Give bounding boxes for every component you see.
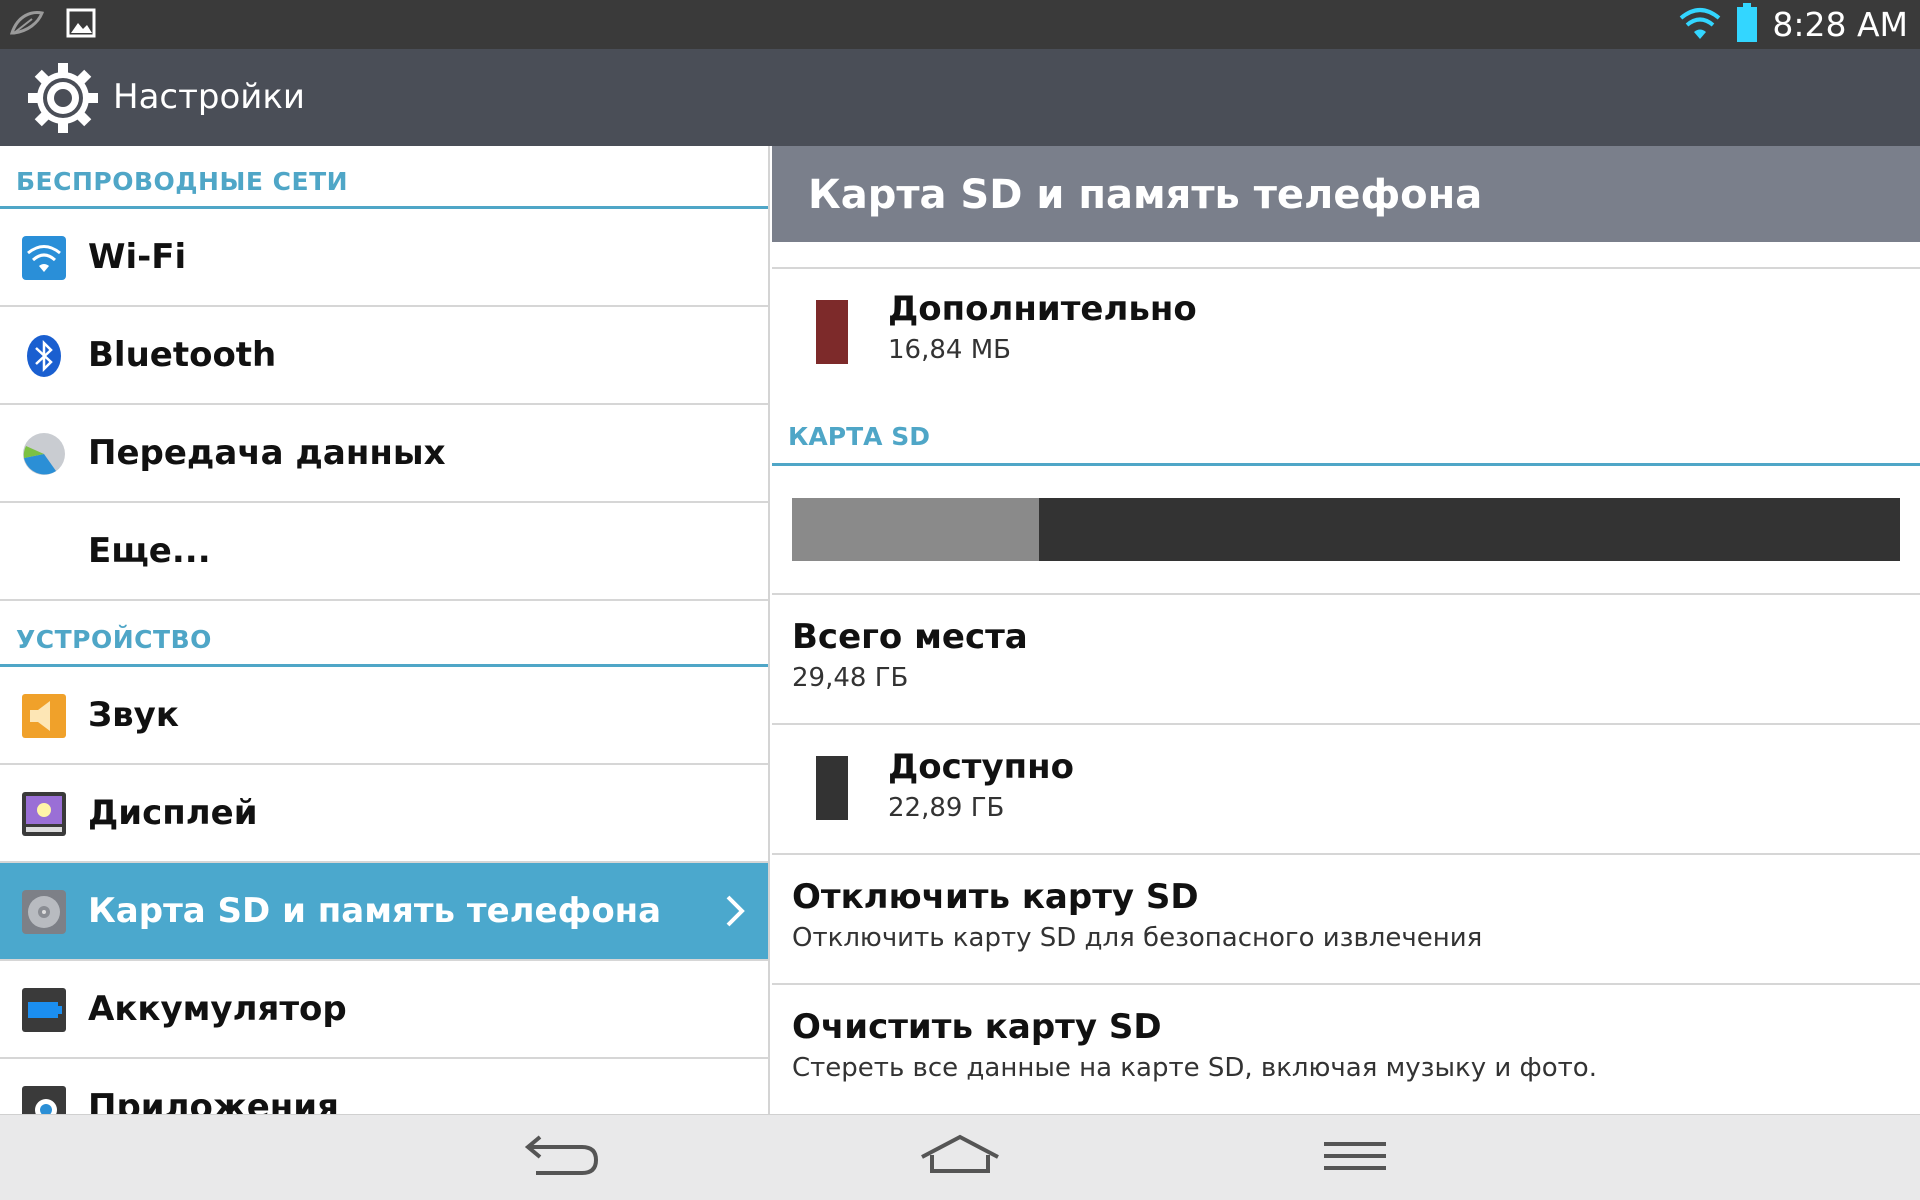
unmount-sd-button[interactable]: Отключить карту SD Отключить карту SD дл… xyxy=(772,855,1920,983)
available-label: Доступно xyxy=(888,747,1075,787)
settings-item-label: Звук xyxy=(88,695,179,735)
battery-icon xyxy=(22,988,66,1032)
battery-status-icon xyxy=(1736,2,1758,47)
storage-row-available: Доступно 22,89 ГБ xyxy=(772,725,1920,853)
chevron-right-icon xyxy=(724,893,746,929)
section-header-wireless: БЕСПРОВОДНЫЕ СЕТИ xyxy=(0,146,768,209)
sound-icon xyxy=(22,694,66,738)
sd-usage-used xyxy=(792,498,1040,561)
action-bar: Настройки xyxy=(0,49,1920,146)
settings-item-more[interactable]: Еще... xyxy=(0,503,768,601)
storage-row-misc[interactable]: Дополнительно 16,84 МБ xyxy=(772,269,1920,399)
settings-item-bluetooth[interactable]: Bluetooth xyxy=(0,307,768,405)
app-title: Настройки xyxy=(113,77,306,117)
settings-item-label: Wi-Fi xyxy=(88,237,187,277)
settings-item-label: Передача данных xyxy=(88,433,446,473)
settings-item-apps[interactable]: Приложения xyxy=(0,1059,768,1114)
settings-item-label: Еще... xyxy=(88,531,211,571)
settings-item-label: Дисплей xyxy=(88,793,258,833)
storage-detail-pane[interactable]: Карта SD и память телефона Дополнительно… xyxy=(772,146,1920,1114)
total-label: Всего места xyxy=(792,617,1028,657)
misc-color-swatch xyxy=(816,300,848,364)
unmount-label: Отключить карту SD xyxy=(792,877,1199,917)
available-value: 22,89 ГБ xyxy=(888,793,1005,823)
image-icon xyxy=(66,8,96,42)
settings-item-storage[interactable]: Карта SD и память телефона xyxy=(0,863,768,961)
settings-item-data-usage[interactable]: Передача данных xyxy=(0,405,768,503)
navigation-bar xyxy=(0,1114,1920,1200)
settings-item-wifi[interactable]: Wi-Fi xyxy=(0,209,768,307)
storage-row-total: Всего места 29,48 ГБ xyxy=(772,595,1920,723)
menu-button[interactable] xyxy=(1310,1129,1400,1187)
erase-sd-button[interactable]: Очистить карту SD Стереть все данные на … xyxy=(772,985,1920,1113)
detail-title: Карта SD и память телефона xyxy=(808,172,1483,218)
section-header-device: УСТРОЙСТВО xyxy=(0,601,768,667)
wifi-signal-icon xyxy=(1678,5,1722,45)
section-header-sd-card: КАРТА SD xyxy=(772,402,1920,466)
settings-item-label: Приложения xyxy=(88,1087,339,1114)
storage-icon xyxy=(22,890,66,934)
clock: 8:28 AM xyxy=(1772,5,1908,44)
leaf-icon xyxy=(9,9,45,41)
home-button[interactable] xyxy=(915,1129,1005,1187)
settings-gear-icon[interactable] xyxy=(26,61,100,135)
bluetooth-icon xyxy=(22,334,66,378)
erase-label: Очистить карту SD xyxy=(792,1007,1162,1047)
settings-item-label: Карта SD и память телефона xyxy=(88,891,662,931)
display-icon xyxy=(22,792,66,836)
back-icon xyxy=(522,1133,602,1183)
back-button[interactable] xyxy=(517,1129,607,1187)
wifi-icon xyxy=(22,236,66,280)
erase-description: Стереть все данные на карте SD, включая … xyxy=(792,1053,1597,1083)
settings-item-battery[interactable]: Аккумулятор xyxy=(0,961,768,1059)
total-value: 29,48 ГБ xyxy=(792,663,909,693)
home-icon xyxy=(918,1133,1002,1183)
detail-header: Карта SD и память телефона xyxy=(772,146,1920,242)
data-usage-icon xyxy=(22,432,66,476)
available-color-swatch xyxy=(816,756,848,820)
settings-category-list[interactable]: БЕСПРОВОДНЫЕ СЕТИ Wi-Fi Bluetooth Переда… xyxy=(0,146,770,1114)
menu-icon xyxy=(1320,1136,1390,1180)
status-bar: 8:28 AM xyxy=(0,0,1920,49)
unmount-description: Отключить карту SD для безопасного извле… xyxy=(792,923,1483,953)
settings-item-label: Аккумулятор xyxy=(88,989,347,1029)
misc-value: 16,84 МБ xyxy=(888,335,1011,365)
settings-item-label: Bluetooth xyxy=(88,335,277,375)
settings-item-sound[interactable]: Звук xyxy=(0,667,768,765)
sd-usage-bar xyxy=(792,498,1900,561)
misc-label: Дополнительно xyxy=(888,289,1197,329)
settings-item-display[interactable]: Дисплей xyxy=(0,765,768,863)
apps-icon xyxy=(22,1086,66,1114)
